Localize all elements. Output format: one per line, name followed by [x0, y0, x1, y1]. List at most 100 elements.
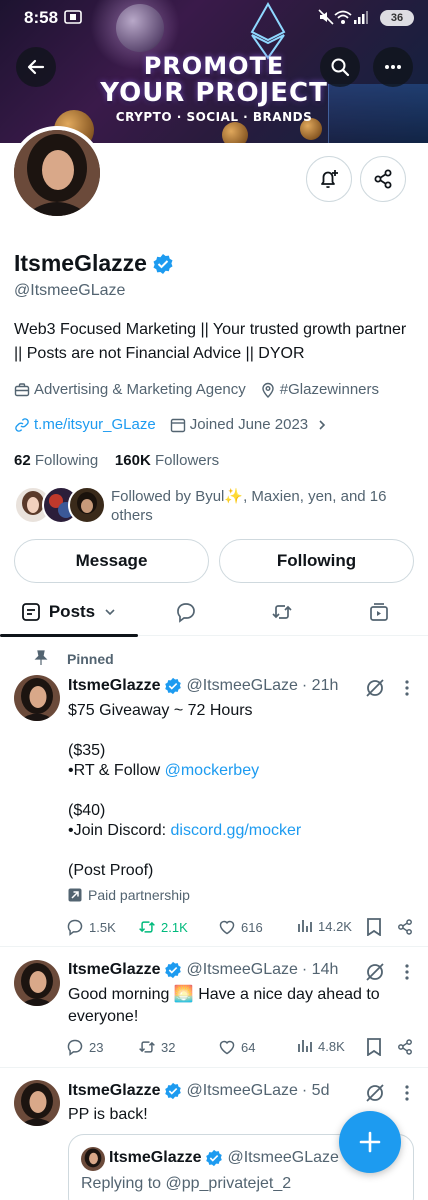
message-button[interactable]: Message [14, 539, 209, 583]
tab-reposts[interactable] [234, 588, 330, 636]
tweet-header: ItsmeGlazze @ItsmeeGLaze · 5d [68, 1082, 329, 1100]
share-icon[interactable] [396, 918, 414, 936]
more-options-button[interactable] [373, 47, 413, 87]
tweet-author-handle: @ItsmeeGLaze [186, 1082, 298, 1099]
search-icon [331, 58, 350, 77]
share-profile-button[interactable] [360, 156, 406, 202]
repost-action[interactable]: 32 [138, 1038, 175, 1056]
like-action[interactable]: 616 [218, 918, 263, 936]
tab-media[interactable] [330, 588, 428, 636]
paid-partnership[interactable]: Paid partnership [68, 887, 190, 903]
tweet-time: · 21h [301, 677, 339, 694]
tweet-avatar[interactable] [14, 1080, 60, 1126]
following-button[interactable]: Following [219, 539, 414, 583]
following-count-link[interactable]: 62 Following [14, 452, 102, 469]
reply-count: 1.5K [89, 919, 116, 935]
bookmark-icon[interactable] [366, 918, 382, 936]
like-action[interactable]: 64 [218, 1038, 255, 1056]
grok-icon[interactable] [364, 1082, 386, 1104]
tweet-avatar[interactable] [14, 960, 60, 1006]
quoted-avatar [81, 1147, 105, 1171]
tweet[interactable]: ItsmeGlazze @ItsmeeGLaze · 14h Good morn… [0, 948, 428, 1068]
tweet-avatar[interactable] [14, 675, 60, 721]
followed-by-section[interactable]: Followed by Byul✨, Maxien, yen, and 16 o… [14, 486, 414, 526]
profile-meta-row-2: t.me/itsyur_GLaze Joined June 2023 [14, 416, 342, 433]
banner-title-line2: YOUR PROJECT [100, 78, 328, 108]
mute-icon [318, 9, 334, 25]
mention-link[interactable]: @mockerbey [165, 762, 260, 779]
display-name-text: ItsmeGlazze [14, 250, 147, 276]
tweet-author-name[interactable]: ItsmeGlazze [68, 677, 160, 695]
follow-counts: 62 Following 160K Followers [14, 452, 219, 469]
more-vertical-icon[interactable] [404, 679, 410, 697]
reply-icon [67, 1039, 83, 1056]
search-button[interactable] [320, 47, 360, 87]
notifications-subscribe-button[interactable] [306, 156, 352, 202]
discord-link[interactable]: discord.gg/mocker [171, 822, 302, 839]
tweet-text: Good morning 🌅 Have a nice day ahead to … [68, 984, 408, 1028]
profile-tabs: Posts [0, 588, 428, 637]
mutual-follower-avatar [68, 486, 106, 524]
verified-badge-icon [165, 961, 182, 979]
profile-photo [14, 130, 100, 216]
views-action[interactable]: 4.8K [297, 1038, 345, 1054]
tweet-header: ItsmeGlazze @ItsmeeGLaze · 21h [68, 677, 338, 695]
tweet-author-handle: @ItsmeeGLaze [186, 677, 298, 694]
bookmark-icon[interactable] [366, 1038, 382, 1056]
tweet-line: •RT & Follow @mockerbey [68, 761, 408, 781]
tweet-time: · 5d [301, 1082, 330, 1099]
profile-category: Advertising & Marketing Agency [14, 381, 246, 398]
posts-icon [21, 603, 40, 621]
like-count: 64 [241, 1039, 256, 1055]
profile-location: #Glazewinners [260, 381, 379, 398]
tweet-author-name[interactable]: ItsmeGlazze [68, 961, 160, 979]
compose-post-button[interactable] [339, 1111, 401, 1173]
grok-icon[interactable] [364, 677, 386, 699]
reply-action[interactable]: 23 [66, 1038, 103, 1056]
heart-icon [219, 1040, 235, 1055]
tweet-text: $75 Giveaway ~ 72 Hours ($35) •RT & Foll… [68, 701, 408, 881]
quoted-header: ItsmeGlazze @ItsmeeGLaze [109, 1149, 339, 1167]
battery-indicator: 36 [380, 10, 414, 26]
views-chart-icon [298, 1040, 312, 1052]
repost-action[interactable]: 2.1K [138, 918, 188, 936]
views-chart-icon [298, 920, 312, 932]
profile-category-text: Advertising & Marketing Agency [34, 381, 246, 398]
tweet-text-part: Good morning [68, 986, 174, 1003]
more-vertical-icon[interactable] [404, 963, 410, 981]
tweet-actions: 23 32 64 4.8K [66, 1038, 416, 1058]
tweet-pinned[interactable]: Pinned ItsmeGlazze @ItsmeeGLaze · 21h $7… [0, 637, 428, 947]
followers-count-link[interactable]: 160K Followers [115, 452, 219, 469]
repost-count: 2.1K [161, 919, 188, 935]
following-label: Following [34, 452, 99, 469]
profile-avatar[interactable] [10, 126, 104, 220]
reply-action[interactable]: 1.5K [66, 918, 116, 936]
followers-label: Followers [154, 452, 220, 469]
banner-title-line1: PROMOTE [143, 52, 285, 80]
tweet-line: ($40) [68, 802, 106, 819]
tab-posts[interactable]: Posts [0, 588, 138, 637]
banner-subtitle: CRYPTO · SOCIAL · BRANDS [115, 110, 313, 124]
views-action[interactable]: 14.2K [297, 918, 352, 934]
chevron-down-icon [105, 609, 115, 616]
quoted-replying-to: Replying to @pp_privatejet_2 [81, 1175, 292, 1192]
profile-joined[interactable]: Joined June 2023 [170, 416, 328, 433]
repost-icon [139, 1041, 155, 1053]
status-bar: 8:58 36 [0, 0, 428, 36]
tweet-author-name[interactable]: ItsmeGlazze [68, 1082, 160, 1100]
back-button[interactable] [16, 47, 56, 87]
tweet-actions: 1.5K 2.1K 616 14.2K [66, 918, 416, 938]
heart-icon [219, 920, 235, 935]
profile-link[interactable]: t.me/itsyur_GLaze [14, 416, 156, 433]
verified-badge-icon[interactable] [152, 253, 174, 275]
profile-handle: @ItsmeeGLaze [14, 282, 126, 299]
tab-posts-label: Posts [48, 602, 96, 621]
more-vertical-icon[interactable] [404, 1084, 410, 1102]
grok-icon[interactable] [364, 961, 386, 983]
quoted-author-name: ItsmeGlazze [109, 1149, 202, 1166]
views-count: 4.8K [318, 1038, 345, 1054]
share-icon[interactable] [396, 1038, 414, 1056]
repost-count: 32 [161, 1039, 176, 1055]
profile-link-text[interactable]: t.me/itsyur_GLaze [34, 416, 156, 433]
tab-replies[interactable] [138, 588, 234, 636]
